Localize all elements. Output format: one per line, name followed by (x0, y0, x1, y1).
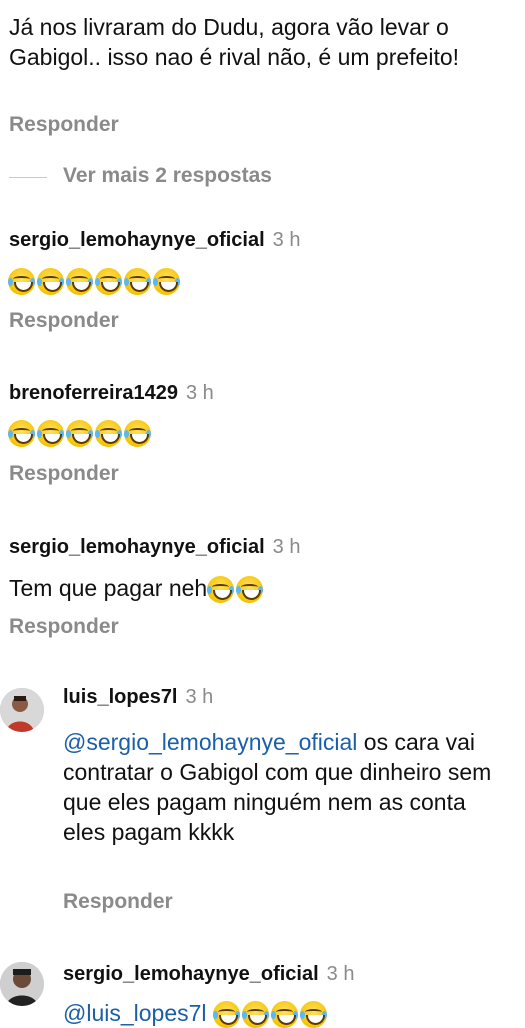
face-with-tears-of-joy-icon (66, 420, 93, 447)
reply-button[interactable]: Responder (9, 615, 119, 639)
username-link[interactable]: sergio_lemohaynye_oficial (9, 229, 265, 251)
comment-text: Tem que pagar neh (9, 575, 208, 601)
comment-header: brenoferreira1429 3 h (9, 382, 214, 405)
more-replies-divider (9, 177, 47, 178)
timestamp: 3 h (185, 382, 214, 404)
comment-header: sergio_lemohaynye_oficial 3 h (9, 536, 300, 559)
avatar[interactable] (0, 688, 44, 732)
reply-button[interactable]: Responder (9, 309, 119, 333)
face-with-tears-of-joy-icon (212, 1001, 240, 1028)
emoji-row (8, 420, 151, 447)
face-with-tears-of-joy-icon (299, 1001, 327, 1028)
face-with-tears-of-joy-icon (236, 576, 264, 604)
face-with-tears-of-joy-icon (241, 1001, 269, 1028)
timestamp: 3 h (185, 686, 214, 708)
mention-link[interactable]: @luis_lopes7l (63, 1000, 207, 1026)
face-with-tears-of-joy-icon (270, 1001, 298, 1028)
emoji-row (8, 268, 180, 295)
mention-link[interactable]: @sergio_lemohaynye_oficial (63, 729, 357, 755)
avatar-image (0, 962, 44, 1006)
emoji-group (207, 576, 264, 604)
avatar[interactable] (0, 962, 44, 1006)
username-link[interactable]: sergio_lemohaynye_oficial (9, 536, 265, 558)
avatar-image (0, 688, 44, 732)
face-with-tears-of-joy-icon (8, 420, 35, 447)
username-link[interactable]: sergio_lemohaynye_oficial (63, 963, 319, 985)
comment-header: luis_lopes7l 3 h (63, 686, 213, 709)
username-link[interactable]: brenoferreira1429 (9, 382, 178, 404)
reply-button[interactable]: Responder (9, 462, 119, 486)
username-link[interactable]: luis_lopes7l (63, 686, 178, 708)
comment-header: sergio_lemohaynye_oficial 3 h (63, 963, 354, 986)
face-with-tears-of-joy-icon (66, 268, 93, 295)
comment-text-row: Tem que pagar neh (9, 573, 264, 604)
view-more-replies-button[interactable]: Ver mais 2 respostas (63, 164, 272, 188)
face-with-tears-of-joy-icon (8, 268, 35, 295)
face-with-tears-of-joy-icon (37, 268, 64, 295)
timestamp: 3 h (272, 536, 301, 558)
comment-text-block: @sergio_lemohaynye_oficial os cara vai c… (63, 727, 513, 847)
face-with-tears-of-joy-icon (153, 268, 180, 295)
face-with-tears-of-joy-icon (95, 268, 122, 295)
face-with-tears-of-joy-icon (207, 576, 235, 604)
face-with-tears-of-joy-icon (95, 420, 122, 447)
comment-text: Já nos livraram do Dudu, agora vão levar… (9, 14, 460, 70)
face-with-tears-of-joy-icon (37, 420, 64, 447)
reply-button[interactable]: Responder (63, 890, 173, 914)
reply-button[interactable]: Responder (9, 113, 119, 137)
face-with-tears-of-joy-icon (124, 420, 151, 447)
comment-header: sergio_lemohaynye_oficial 3 h (9, 229, 300, 252)
face-with-tears-of-joy-icon (124, 268, 151, 295)
timestamp: 3 h (272, 229, 301, 251)
emoji-group (212, 1001, 327, 1028)
timestamp: 3 h (326, 963, 355, 985)
